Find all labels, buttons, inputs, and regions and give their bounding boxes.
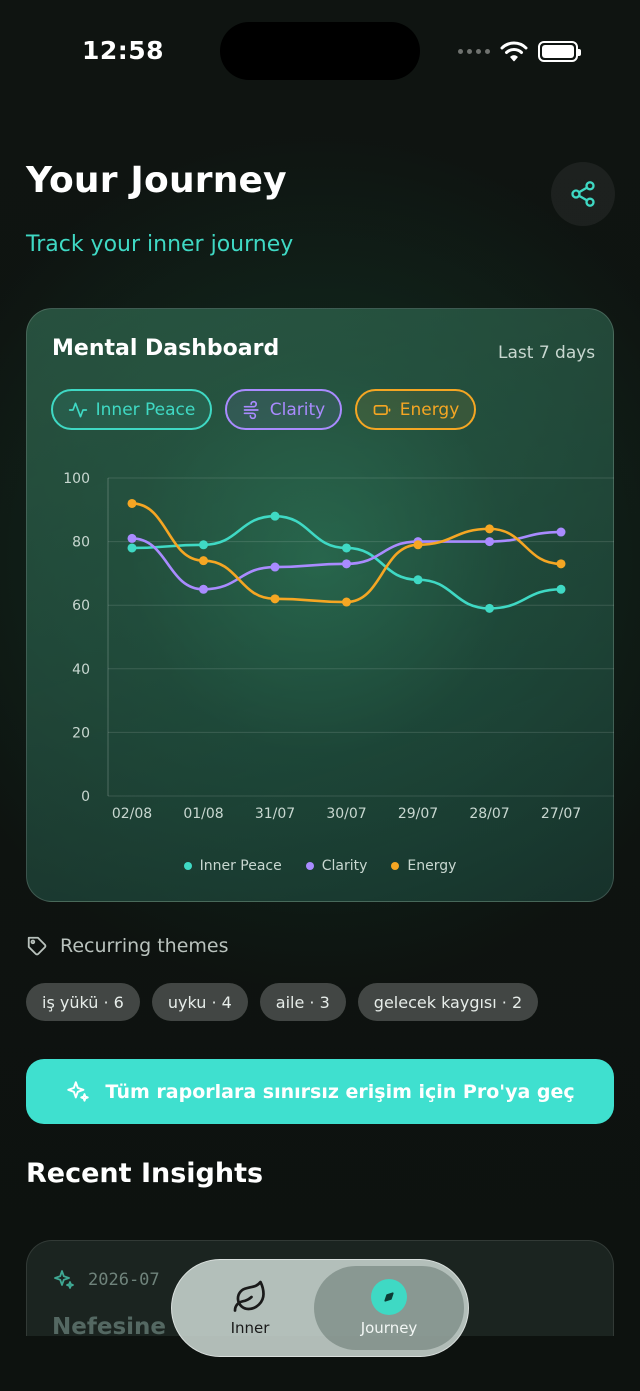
legend-label: Energy (407, 858, 457, 874)
filter-energy[interactable]: Energy (355, 389, 476, 430)
y-tick-label: 40 (72, 662, 90, 678)
battery-icon (538, 40, 581, 62)
page-subtitle: Track your inner journey (26, 232, 294, 257)
data-point (199, 540, 208, 550)
data-point (485, 537, 494, 547)
legend-label: Inner Peace (199, 858, 282, 874)
page-title: Your Journey (26, 160, 287, 201)
wifi-icon (500, 41, 528, 62)
x-tick-label: 31/07 (255, 806, 295, 822)
x-tick-label: 01/08 (183, 806, 223, 822)
data-point (270, 511, 280, 521)
data-point (127, 543, 137, 553)
data-point (485, 524, 494, 534)
data-point (556, 527, 566, 537)
legend-item: Inner Peace (183, 858, 282, 874)
activity-icon (68, 402, 87, 417)
tab-inner[interactable]: Inner (180, 1266, 320, 1350)
theme-tag[interactable]: iş yükü · 6 (26, 983, 140, 1021)
y-tick-label: 0 (81, 789, 90, 805)
insight-date-row: 2026-07 (52, 1268, 160, 1292)
data-point (485, 603, 494, 613)
wind-icon (243, 400, 259, 419)
filter-clarity[interactable]: Clarity (225, 389, 342, 430)
upgrade-pro-button[interactable]: Tüm raporlara sınırsız erişim için Pro'y… (26, 1059, 614, 1124)
filter-label: Energy (399, 399, 460, 420)
legend-dot (391, 862, 400, 870)
x-tick-label: 28/07 (469, 806, 509, 822)
data-point (270, 562, 280, 572)
chart-legend: Inner Peace Clarity Energy (0, 858, 640, 874)
tab-journey-label: Journey (360, 1319, 418, 1337)
sparkles-icon (67, 1080, 90, 1102)
data-point (413, 540, 423, 550)
theme-tags: iş yükü · 6 uyku · 4 aile · 3 gelecek ka… (26, 983, 539, 1021)
tag-icon (27, 936, 47, 956)
data-point (556, 559, 566, 569)
y-tick-label: 20 (72, 725, 90, 741)
sparkles-icon (54, 1270, 74, 1289)
data-point (127, 498, 137, 508)
tab-journey[interactable]: Journey (314, 1266, 464, 1350)
share-icon (571, 181, 595, 207)
recurring-themes-label: Recurring themes (60, 935, 229, 957)
data-point (199, 584, 208, 594)
legend-item: Energy (391, 858, 456, 874)
legend-dot (183, 862, 192, 870)
compass-icon (371, 1279, 407, 1315)
battery-icon (373, 404, 391, 415)
dashboard-title: Mental Dashboard (52, 336, 280, 361)
filter-inner-peace[interactable]: Inner Peace (51, 389, 212, 430)
data-point (413, 575, 423, 585)
legend-item: Clarity (305, 858, 368, 874)
share-button[interactable] (551, 162, 615, 226)
x-tick-label: 30/07 (326, 806, 366, 822)
filter-label: Clarity (269, 399, 326, 420)
y-tick-label: 80 (72, 535, 90, 551)
signal-icon (458, 48, 490, 54)
leaf-icon (233, 1280, 265, 1312)
x-tick-label: 27/07 (541, 806, 581, 822)
mental-dashboard-chart: 0 20 40 60 80 100 02/08 01/08 31/07 30/07 29/07 28/… (63, 471, 614, 822)
data-point (270, 594, 280, 604)
data-point (342, 543, 351, 553)
data-point (127, 533, 137, 543)
theme-tag[interactable]: uyku · 4 (151, 983, 248, 1021)
x-tick-label: 29/07 (398, 806, 438, 822)
legend-label: Clarity (321, 858, 368, 874)
recurring-themes-header: Recurring themes (26, 935, 229, 957)
dashboard-range: Last 7 days (498, 343, 596, 363)
data-point (199, 556, 208, 566)
y-tick-label: 60 (72, 598, 90, 614)
recent-insights-title: Recent Insights (26, 1158, 264, 1189)
insight-date: 2026-07 (88, 1270, 160, 1290)
tab-inner-label: Inner (230, 1319, 270, 1337)
status-time: 12:58 (82, 36, 165, 65)
upgrade-pro-label: Tüm raporlara sınırsız erişim için Pro'y… (105, 1080, 575, 1103)
data-point (342, 559, 351, 569)
dynamic-island (220, 22, 420, 80)
status-icons (458, 40, 581, 62)
data-point (556, 584, 566, 594)
x-tick-label: 02/08 (112, 806, 152, 822)
legend-dot (305, 862, 314, 870)
theme-tag[interactable]: gelecek kaygısı · 2 (357, 983, 539, 1021)
theme-tag[interactable]: aile · 3 (259, 983, 346, 1021)
y-tick-label: 100 (63, 471, 90, 487)
filter-label: Inner Peace (95, 399, 196, 420)
data-point (342, 597, 351, 607)
